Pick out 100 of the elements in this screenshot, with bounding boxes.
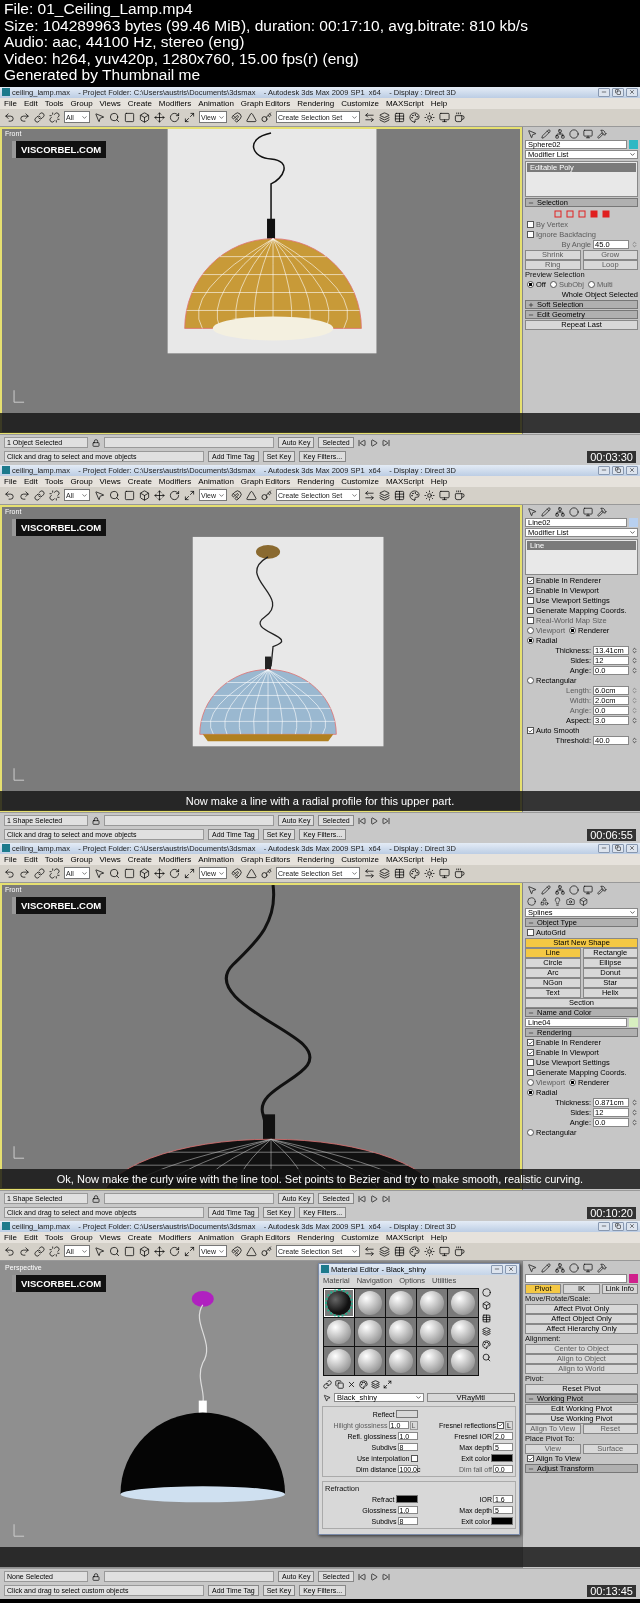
play-icon[interactable]: [369, 816, 378, 825]
menu-item[interactable]: Create: [127, 854, 152, 864]
restore-icon[interactable]: [612, 1221, 624, 1231]
menu-item[interactable]: Edit: [23, 98, 38, 108]
menu-item[interactable]: Animation: [198, 854, 234, 864]
caret-icon[interactable]: [629, 909, 636, 917]
sample-slot[interactable]: [355, 1288, 385, 1317]
move-icon[interactable]: [154, 489, 165, 501]
menu-item[interactable]: Tools: [44, 854, 64, 864]
display-tab-icon[interactable]: [583, 506, 593, 517]
editor-tool-icon[interactable]: [482, 1326, 491, 1336]
menu-item[interactable]: Customize: [341, 1232, 379, 1242]
spinner-arrows-icon[interactable]: [631, 717, 638, 725]
search-icon[interactable]: [109, 489, 120, 501]
spinner-arrows-icon[interactable]: [631, 667, 638, 675]
layers-icon[interactable]: [379, 489, 390, 501]
undo-icon[interactable]: [4, 489, 15, 501]
move-icon[interactable]: [154, 867, 165, 879]
next-frame-icon[interactable]: [381, 438, 390, 447]
menu-item[interactable]: Group: [70, 1232, 93, 1242]
editor-tool-icon[interactable]: [383, 1379, 392, 1389]
magnet-icon[interactable]: [231, 1245, 242, 1257]
layers-icon[interactable]: [379, 867, 390, 879]
menu-item[interactable]: Animation: [198, 476, 234, 486]
menu-item[interactable]: Help: [430, 98, 448, 108]
display-tab-icon[interactable]: [583, 128, 593, 139]
pointer-icon[interactable]: [94, 489, 105, 501]
menu-item[interactable]: Animation: [198, 1232, 234, 1242]
menu-item[interactable]: MAXScript: [385, 98, 424, 108]
sample-slot[interactable]: [355, 1346, 385, 1375]
menu-item[interactable]: Group: [70, 476, 93, 486]
magnet-icon[interactable]: [231, 489, 242, 501]
spinner-arrows-icon[interactable]: [631, 737, 638, 745]
caret-icon[interactable]: [218, 869, 225, 877]
utilities-tab-icon[interactable]: [597, 128, 607, 139]
mirror-icon[interactable]: [364, 111, 375, 123]
utilities-tab-icon[interactable]: [597, 1262, 607, 1273]
redo-icon[interactable]: [19, 489, 30, 501]
caret-icon[interactable]: [629, 529, 636, 537]
color-swatch[interactable]: [629, 518, 638, 528]
name-field[interactable]: [525, 1274, 627, 1284]
spinner-arrows-icon[interactable]: [631, 647, 638, 655]
caret-icon[interactable]: [81, 869, 88, 877]
menu-item[interactable]: Create: [127, 476, 152, 486]
menu-item[interactable]: Edit: [23, 1232, 38, 1242]
editor-tool-icon[interactable]: [482, 1352, 491, 1362]
coordinate-field[interactable]: [104, 1571, 274, 1583]
spinner-arrows-icon[interactable]: [631, 1119, 638, 1127]
rectangle-icon[interactable]: [124, 489, 135, 501]
menu-item[interactable]: File: [4, 1232, 17, 1242]
caret-icon[interactable]: [414, 1394, 422, 1402]
sample-slot[interactable]: [324, 1317, 354, 1346]
spinner-arrows-icon[interactable]: [631, 1099, 638, 1107]
key-icon[interactable]: [261, 1245, 272, 1257]
modify-tab-icon[interactable]: [541, 506, 551, 517]
sample-slot[interactable]: [386, 1346, 416, 1375]
magnet-icon[interactable]: [231, 111, 242, 123]
previous-frame-icon[interactable]: [357, 1572, 366, 1581]
redo-icon[interactable]: [19, 867, 30, 879]
editor-tool-icon[interactable]: [482, 1339, 491, 1349]
key-icon[interactable]: [261, 111, 272, 123]
scale-icon[interactable]: [184, 111, 195, 123]
undo-icon[interactable]: [4, 1245, 15, 1257]
redo-icon[interactable]: [19, 111, 30, 123]
restore-icon[interactable]: [612, 87, 624, 97]
undo-icon[interactable]: [4, 111, 15, 123]
menu-item[interactable]: Customize: [341, 854, 379, 864]
pointer-icon[interactable]: [94, 111, 105, 123]
create-tab-icon[interactable]: [527, 128, 537, 139]
restore-icon[interactable]: [612, 843, 624, 853]
menu-item[interactable]: Customize: [341, 476, 379, 486]
menu-item[interactable]: Modifiers: [158, 98, 192, 108]
unlink-icon[interactable]: [49, 867, 60, 879]
link-icon[interactable]: [34, 489, 45, 501]
caret-icon[interactable]: [218, 1247, 225, 1255]
editor-tool-icon[interactable]: [482, 1313, 491, 1323]
search-icon[interactable]: [109, 867, 120, 879]
move-icon[interactable]: [154, 1245, 165, 1257]
create-tab-icon[interactable]: [527, 506, 537, 517]
sample-slot[interactable]: [324, 1346, 354, 1375]
lock-icon[interactable]: [92, 816, 100, 825]
undo-icon[interactable]: [4, 867, 15, 879]
editor-tool-icon[interactable]: [347, 1379, 356, 1389]
shapes-icon[interactable]: [540, 897, 549, 907]
display-tab-icon[interactable]: [583, 1262, 593, 1273]
caret-icon[interactable]: [218, 113, 225, 121]
unlink-icon[interactable]: [49, 489, 60, 501]
link-icon[interactable]: [34, 867, 45, 879]
sample-slot[interactable]: [417, 1346, 447, 1375]
scale-icon[interactable]: [184, 1245, 195, 1257]
color-swatch[interactable]: [629, 1274, 638, 1284]
menu-item[interactable]: Modifiers: [158, 854, 192, 864]
editor-tool-icon[interactable]: [323, 1379, 332, 1389]
sample-slot[interactable]: [386, 1288, 416, 1317]
search-icon[interactable]: [109, 1245, 120, 1257]
lock-icon[interactable]: [92, 1194, 100, 1203]
rectangle-icon[interactable]: [124, 111, 135, 123]
utilities-tab-icon[interactable]: [597, 506, 607, 517]
scale-icon[interactable]: [184, 867, 195, 879]
sample-slot[interactable]: [448, 1288, 478, 1317]
